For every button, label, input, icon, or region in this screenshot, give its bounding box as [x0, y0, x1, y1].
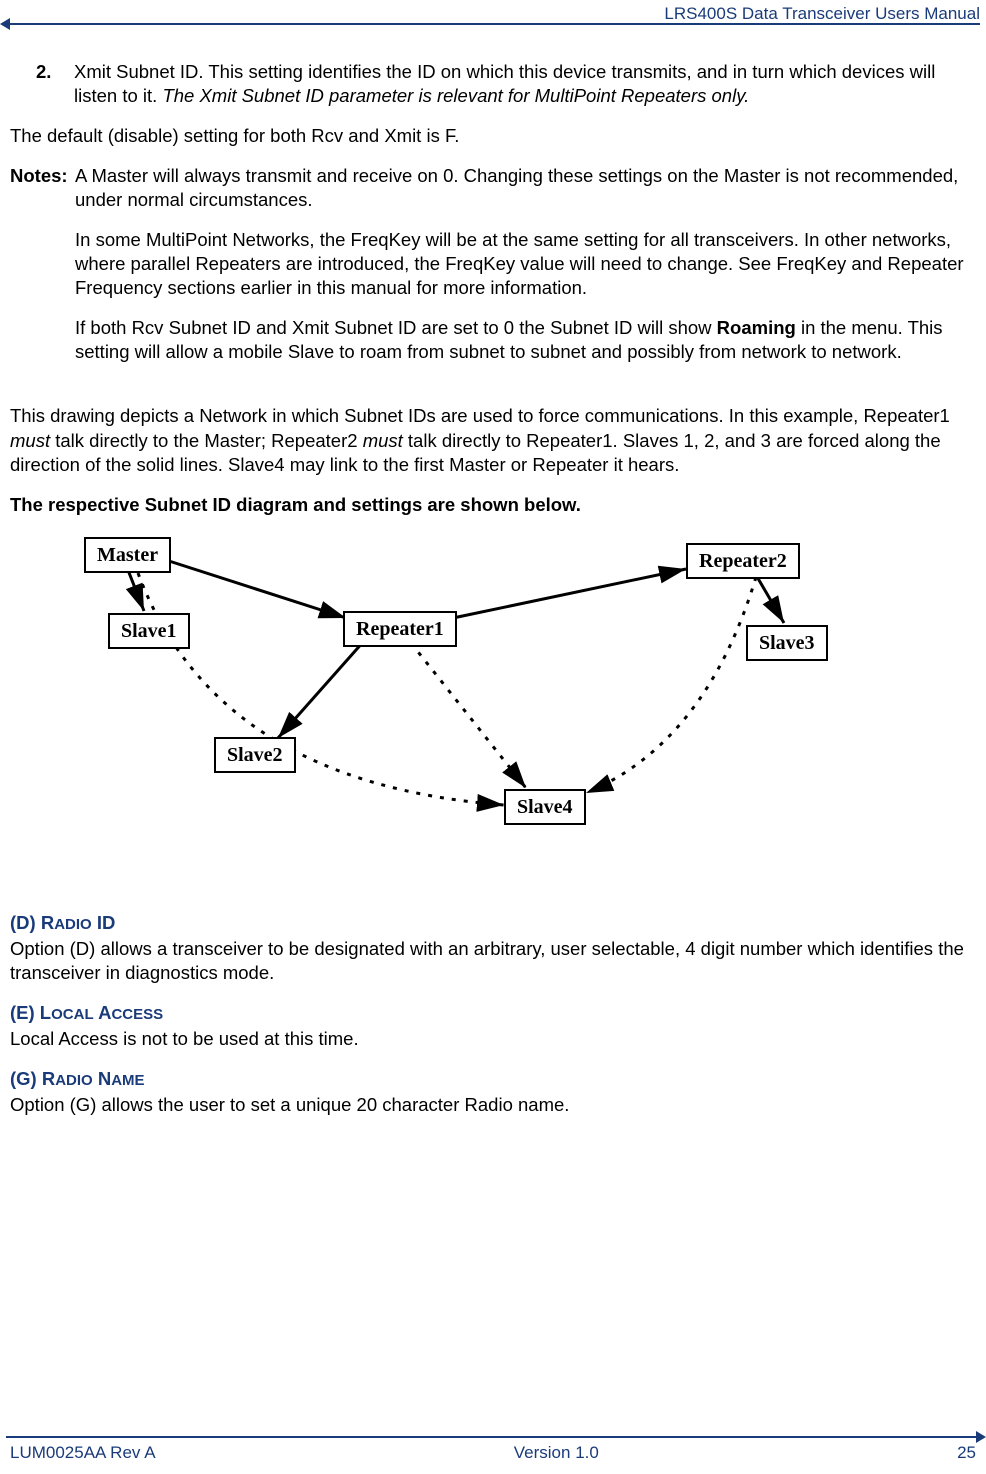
heading-sc: CCESS	[111, 1006, 163, 1023]
paragraph-drawing-desc: This drawing depicts a Network in which …	[10, 404, 976, 476]
list-body: Xmit Subnet ID. This setting identifies …	[74, 60, 976, 108]
section-d-body: Option (D) allows a transceiver to be de…	[10, 937, 976, 985]
node-master: Master	[84, 537, 171, 573]
notes-p1: A Master will always transmit and receiv…	[75, 164, 976, 212]
node-repeater2: Repeater2	[686, 543, 800, 579]
node-slave2: Slave2	[214, 737, 296, 773]
list-number: 2.	[10, 60, 74, 108]
header-rule	[6, 23, 980, 25]
text: talk directly to the Master; Repeater2	[50, 430, 363, 451]
italic-text: must	[10, 430, 50, 451]
notes-block: Notes: A Master will always transmit and…	[10, 164, 976, 380]
heading-gap: A	[94, 1002, 112, 1023]
italic-text: The Xmit Subnet ID parameter is relevant…	[162, 85, 749, 106]
section-e-heading: (E) LOCAL ACCESS	[10, 1001, 976, 1025]
footer-rule	[6, 1436, 980, 1438]
footer-arrow-icon	[976, 1431, 986, 1443]
notes-p2: In some MultiPoint Networks, the FreqKey…	[75, 228, 976, 300]
footer-right: 25	[957, 1442, 976, 1464]
node-slave3: Slave3	[746, 625, 828, 661]
italic-text: must	[363, 430, 403, 451]
footer-center: Version 1.0	[514, 1442, 599, 1464]
list-item-2: 2. Xmit Subnet ID. This setting identifi…	[10, 60, 976, 108]
text: This drawing depicts a Network in which …	[10, 405, 950, 426]
page-header-title: LRS400S Data Transceiver Users Manual	[664, 3, 980, 25]
paragraph-default: The default (disable) setting for both R…	[10, 124, 976, 148]
page-footer: LUM0025AA Rev A Version 1.0 25	[10, 1442, 976, 1464]
section-g-body: Option (G) allows the user to set a uniq…	[10, 1093, 976, 1117]
heading-sc: ADIO	[54, 916, 92, 933]
heading-prefix: (E) L	[10, 1002, 51, 1023]
node-repeater1: Repeater1	[343, 611, 457, 647]
bold-text: Roaming	[717, 317, 796, 338]
diagram-connectors	[66, 533, 876, 853]
heading-prefix: (D) R	[10, 912, 54, 933]
diagram-heading: The respective Subnet ID diagram and set…	[10, 493, 976, 517]
node-slave4: Slave4	[504, 789, 586, 825]
footer-left: LUM0025AA Rev A	[10, 1442, 156, 1464]
notes-label: Notes:	[10, 164, 75, 380]
notes-body: A Master will always transmit and receiv…	[75, 164, 976, 380]
heading-gap: N	[93, 1068, 112, 1089]
notes-p3: If both Rcv Subnet ID and Xmit Subnet ID…	[75, 316, 976, 364]
page-content: 2. Xmit Subnet ID. This setting identifi…	[10, 60, 976, 1133]
section-d-heading: (D) RADIO ID	[10, 911, 976, 935]
text: If both Rcv Subnet ID and Xmit Subnet ID…	[75, 317, 717, 338]
section-g-heading: (G) RADIO NAME	[10, 1067, 976, 1091]
heading-sc: AME	[111, 1072, 144, 1089]
section-e-body: Local Access is not to be used at this t…	[10, 1027, 976, 1051]
heading-sc: ADIO	[55, 1072, 93, 1089]
heading-prefix: (G) R	[10, 1068, 55, 1089]
subnet-diagram: Master Slave1 Repeater1 Slave2 Slave4 Re…	[66, 533, 876, 853]
node-slave1: Slave1	[108, 613, 190, 649]
heading-gap: ID	[92, 912, 116, 933]
header-arrow-icon	[0, 18, 10, 30]
heading-sc: OCAL	[51, 1006, 94, 1023]
